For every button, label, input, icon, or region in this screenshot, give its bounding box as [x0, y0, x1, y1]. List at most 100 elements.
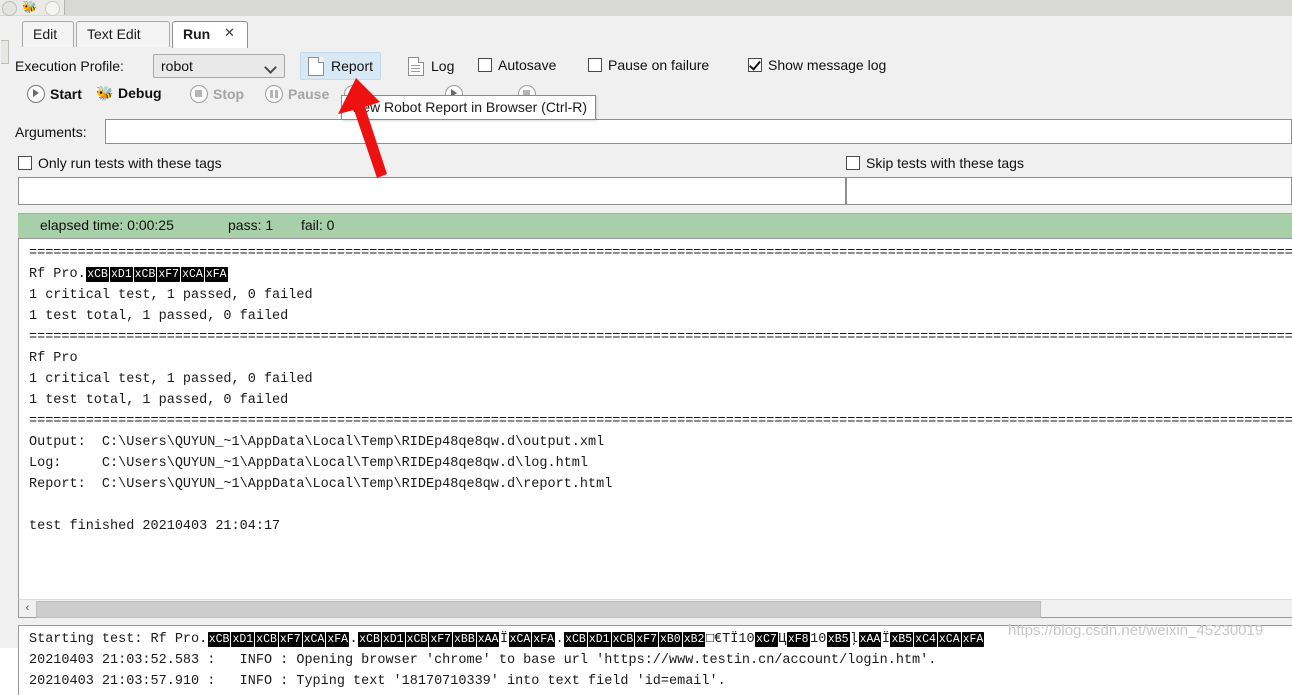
console-text: Report: C:\Users\QUYUN_~1\AppData\Local\…	[29, 477, 613, 492]
start-button[interactable]: Start	[27, 85, 82, 103]
left-rail-tab-handle[interactable]	[1, 40, 9, 64]
debug-button[interactable]: 🐝 Debug	[96, 85, 162, 101]
start-button-label: Start	[50, 86, 82, 102]
run-status-bar: elapsed time: 0:00:25 pass: 1 fail: 0	[18, 213, 1292, 239]
tab-run-close-icon[interactable]: ✕	[223, 26, 236, 40]
tab-run[interactable]: Run	[172, 21, 248, 48]
chevron-down-icon	[266, 62, 276, 72]
message-log-mojibake-token: □€TÏ10	[705, 632, 755, 647]
console-escape-token: xD1	[109, 267, 133, 282]
debug-button-label: Debug	[118, 85, 162, 101]
console-separator: ========================================…	[29, 330, 1292, 345]
include-tags-checkbox-box	[18, 156, 32, 170]
message-log-escape-token: xCB	[405, 632, 429, 647]
scroll-left-icon[interactable]: ‹	[20, 601, 35, 616]
message-log-escape-token: xCA	[508, 632, 532, 647]
tab-text-edit[interactable]: Text Edit	[76, 21, 170, 47]
message-log-escape-token: xAA	[476, 632, 500, 647]
show-message-log-checkbox[interactable]: Show message log	[748, 57, 886, 73]
execution-profile-value: robot	[161, 58, 193, 74]
message-log[interactable]: Starting test: Rf Pro. xCB xD1 xCB xF7 xCA xFA…	[18, 625, 1292, 695]
pause-icon	[265, 85, 283, 103]
debug-bug-icon[interactable]: 🐝	[22, 1, 37, 14]
console-escape-token: xF7	[157, 267, 181, 282]
message-log-escape-token: xF7	[635, 632, 658, 647]
message-log-escape-token: xAA	[858, 632, 882, 647]
message-log-text: .	[555, 632, 564, 647]
log-document-icon	[408, 56, 424, 76]
message-log-escape-token: xD1	[587, 632, 611, 647]
stop-button-label: Stop	[213, 86, 245, 102]
report-button[interactable]: Report	[300, 52, 382, 80]
pause-on-failure-label: Pause on failure	[608, 57, 710, 73]
exclude-tags-checkbox[interactable]: Skip tests with these tags	[846, 155, 1024, 171]
main-toolbar-strip: 🐝	[0, 0, 1292, 17]
console-escape-token: xCB	[133, 267, 157, 282]
include-tags-input[interactable]	[18, 177, 846, 205]
message-log-mojibake-token: 10	[810, 632, 827, 647]
show-message-log-label: Show message log	[768, 57, 887, 73]
execution-profile-select[interactable]: robot	[153, 54, 285, 78]
console-output-text: ========================================…	[29, 243, 1292, 537]
message-log-text: 20210403 21:03:57.910 : INFO : Typing te…	[29, 674, 726, 689]
message-log-escape-token: xF7	[278, 632, 302, 647]
pass-count-label: pass: 1	[228, 217, 274, 233]
console-line: Output: C:\Users\QUYUN_~1\AppData\Local\…	[29, 432, 1292, 453]
tag-fields-row	[10, 175, 1292, 209]
console-line: 1 critical test, 1 passed, 0 failed	[29, 369, 1292, 390]
exclude-tags-input[interactable]	[846, 177, 1292, 205]
pause-on-failure-checkbox-box	[588, 58, 602, 72]
message-log-escape-token: xB5	[890, 632, 914, 647]
console-escape-token: xFA	[204, 267, 228, 282]
console-line: 1 test total, 1 passed, 0 failed	[29, 390, 1292, 411]
ride-run-tab-window: 🐝 Edit Text Edit Run ✕ Execution Profile…	[0, 0, 1292, 695]
message-log-text: 20210403 21:03:52.583 : INFO : Opening b…	[29, 653, 937, 668]
console-separator: ========================================…	[29, 414, 1292, 429]
console-escape-token: xCB	[86, 267, 109, 282]
play-icon[interactable]	[2, 1, 17, 16]
console-text: 1 critical test, 1 passed, 0 failed	[29, 288, 313, 303]
console-line: Report: C:\Users\QUYUN_~1\AppData\Local\…	[29, 474, 1292, 495]
log-button[interactable]: Log	[400, 52, 462, 80]
message-log-escape-token: xCA	[302, 632, 326, 647]
console-horizontal-scrollbar[interactable]: ‹	[18, 599, 1292, 618]
message-log-escape-token: xC4	[914, 632, 937, 647]
execution-profile-label: Execution Profile:	[15, 58, 124, 74]
tab-edit[interactable]: Edit	[22, 21, 74, 47]
autosave-label: Autosave	[498, 57, 557, 73]
message-log-escape-token: xFA	[532, 632, 556, 647]
log-button-label: Log	[431, 58, 455, 74]
message-log-escape-token: xB2	[682, 632, 706, 647]
pause-button[interactable]: Pause	[265, 85, 329, 103]
scrollbar-thumb[interactable]	[36, 601, 1041, 618]
message-log-escape-token: xCB	[255, 632, 278, 647]
stop-icon[interactable]	[45, 1, 60, 16]
message-log-escape-token: xFA	[326, 632, 350, 647]
arguments-row: Arguments:	[10, 118, 1292, 148]
console-separator: ========================================…	[29, 246, 1292, 261]
console-text: Log: C:\Users\QUYUN_~1\AppData\Local\Tem…	[29, 456, 588, 471]
stop-button[interactable]: Stop	[190, 85, 244, 103]
autosave-checkbox[interactable]: Autosave	[478, 57, 556, 73]
console-output[interactable]: ========================================…	[18, 238, 1292, 618]
include-tags-label: Only run tests with these tags	[38, 155, 222, 171]
pause-on-failure-checkbox[interactable]: Pause on failure	[588, 57, 709, 73]
report-document-icon	[308, 56, 324, 76]
bug-icon: 🐝	[96, 85, 114, 101]
message-log-escape-token: xCA	[937, 632, 961, 647]
fail-count-label: fail: 0	[301, 217, 335, 233]
console-line: ========================================…	[29, 327, 1292, 348]
tab-text-edit-label: Text Edit	[87, 26, 141, 42]
arguments-input[interactable]	[105, 119, 1292, 144]
arguments-label: Arguments:	[15, 124, 87, 140]
message-log-escape-token: xCB	[207, 632, 231, 647]
message-log-escape-token: xC7	[755, 632, 778, 647]
editor-tabstrip: Edit Text Edit Run ✕	[10, 16, 1292, 48]
include-tags-checkbox[interactable]: Only run tests with these tags	[18, 155, 222, 171]
elapsed-time-label: elapsed time: 0:00:25	[40, 217, 174, 233]
message-log-escape-token: xD1	[231, 632, 255, 647]
console-text: 1 test total, 1 passed, 0 failed	[29, 393, 289, 408]
exclude-tags-label: Skip tests with these tags	[866, 155, 1024, 171]
console-line: ========================================…	[29, 243, 1292, 264]
